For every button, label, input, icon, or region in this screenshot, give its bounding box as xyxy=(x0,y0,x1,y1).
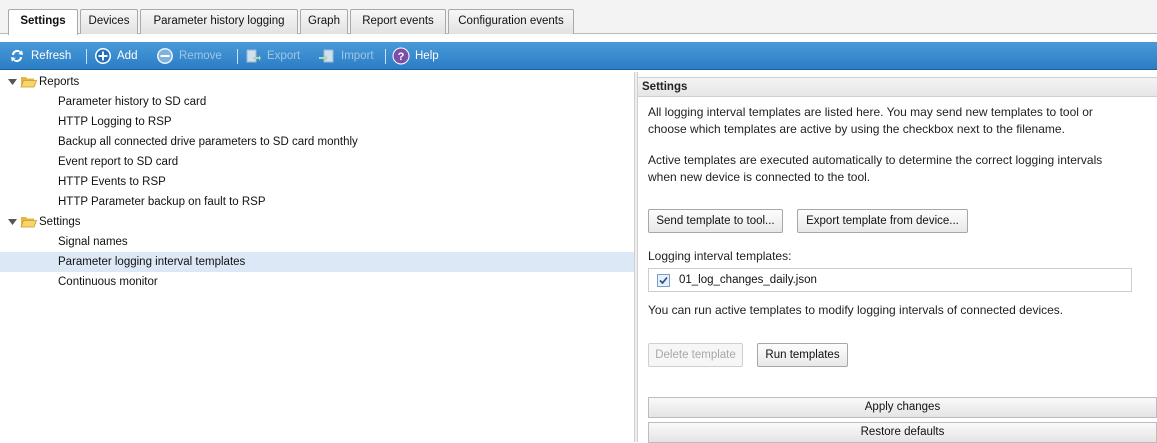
tab-graph[interactable]: Graph xyxy=(300,9,348,34)
templates-label: Logging interval templates: xyxy=(648,249,792,263)
tree-item-label: Event report to SD card xyxy=(58,156,179,168)
tree-item-label: HTTP Parameter backup on fault to RSP xyxy=(58,196,266,208)
tab-bar: Settings Devices Parameter history loggi… xyxy=(0,0,1157,35)
active-text-line-2: when new device is connected to the tool… xyxy=(648,170,871,184)
export-button[interactable]: Export xyxy=(244,46,300,66)
template-list: 01_log_changes_daily.json xyxy=(648,268,1132,292)
tree-item[interactable]: HTTP Parameter backup on fault to RSP xyxy=(0,192,634,212)
tree-item-label: Signal names xyxy=(58,236,128,248)
import-icon xyxy=(318,47,336,65)
restore-defaults-button[interactable]: Restore defaults xyxy=(648,422,1157,443)
help-icon: ? xyxy=(392,47,410,65)
refresh-icon xyxy=(8,47,26,65)
intro-text-line-1: All logging interval templates are liste… xyxy=(648,105,1093,119)
navigation-tree: Reports Parameter history to SD card HTT… xyxy=(0,72,634,442)
tab-parameter-history-logging[interactable]: Parameter history logging xyxy=(140,9,298,34)
export-label: Export xyxy=(267,50,301,62)
toolbar-separator xyxy=(86,49,87,64)
tree-item-label: HTTP Events to RSP xyxy=(58,176,166,188)
tree-item[interactable]: Parameter history to SD card xyxy=(0,92,634,112)
toolbar-separator xyxy=(237,49,238,64)
help-label: Help xyxy=(415,50,439,62)
tree-item-label: Parameter history to SD card xyxy=(58,96,207,108)
template-filename: 01_log_changes_daily.json xyxy=(679,274,817,286)
tree-folder-settings[interactable]: Settings xyxy=(0,212,634,232)
tree-item[interactable]: Signal names xyxy=(0,232,634,252)
expand-arrow-icon[interactable] xyxy=(7,212,17,232)
intro-text-line-2: choose which templates are active by usi… xyxy=(648,122,1065,136)
tree-item-label: Backup all connected drive parameters to… xyxy=(58,136,358,148)
panel-title: Settings xyxy=(638,77,1157,97)
tree-item[interactable]: Backup all connected drive parameters to… xyxy=(0,132,634,152)
tree-label-settings: Settings xyxy=(39,216,81,228)
tab-report-events[interactable]: Report events xyxy=(350,9,446,34)
export-icon xyxy=(244,47,262,65)
toolbar-separator xyxy=(385,49,386,64)
active-text-line-1: Active templates are executed automatica… xyxy=(648,153,1103,167)
run-templates-button[interactable]: Run templates xyxy=(757,343,848,367)
settings-panel: Settings All logging interval templates … xyxy=(638,72,1157,443)
add-button[interactable]: Add xyxy=(94,46,137,66)
tab-settings[interactable]: Settings xyxy=(8,9,78,35)
toolbar: Refresh Add Remove Export Import ? Help xyxy=(0,42,1157,70)
tree-item-selected[interactable]: Parameter logging interval templates xyxy=(0,252,634,272)
remove-button[interactable]: Remove xyxy=(156,46,222,66)
import-button[interactable]: Import xyxy=(318,46,374,66)
refresh-button[interactable]: Refresh xyxy=(8,46,71,66)
help-button[interactable]: ? Help xyxy=(392,46,439,66)
expand-arrow-icon[interactable] xyxy=(7,72,17,92)
tree-folder-reports[interactable]: Reports xyxy=(0,72,634,92)
add-icon xyxy=(94,47,112,65)
refresh-label: Refresh xyxy=(31,50,72,62)
tree-item-label: HTTP Logging to RSP xyxy=(58,116,172,128)
import-label: Import xyxy=(341,50,374,62)
tree-item[interactable]: HTTP Events to RSP xyxy=(0,172,634,192)
tab-devices[interactable]: Devices xyxy=(80,9,138,34)
checkmark-icon xyxy=(659,276,668,285)
add-label: Add xyxy=(117,50,138,62)
export-template-button[interactable]: Export template from device... xyxy=(797,209,968,233)
tree-label-reports: Reports xyxy=(39,76,80,88)
run-info-text: You can run active templates to modify l… xyxy=(648,303,1064,317)
remove-label: Remove xyxy=(179,50,222,62)
tab-configuration-events[interactable]: Configuration events xyxy=(448,9,574,34)
remove-icon xyxy=(156,47,174,65)
send-template-button[interactable]: Send template to tool... xyxy=(648,209,783,233)
apply-changes-button[interactable]: Apply changes xyxy=(648,397,1157,418)
tree-item-label: Continuous monitor xyxy=(58,276,158,288)
tree-item[interactable]: HTTP Logging to RSP xyxy=(0,112,634,132)
tree-item-label: Parameter logging interval templates xyxy=(58,256,246,268)
template-active-checkbox[interactable] xyxy=(657,274,670,287)
tree-item[interactable]: Continuous monitor xyxy=(0,272,634,292)
delete-template-button[interactable]: Delete template xyxy=(648,343,743,367)
svg-text:?: ? xyxy=(398,51,405,63)
tree-item[interactable]: Event report to SD card xyxy=(0,152,634,172)
